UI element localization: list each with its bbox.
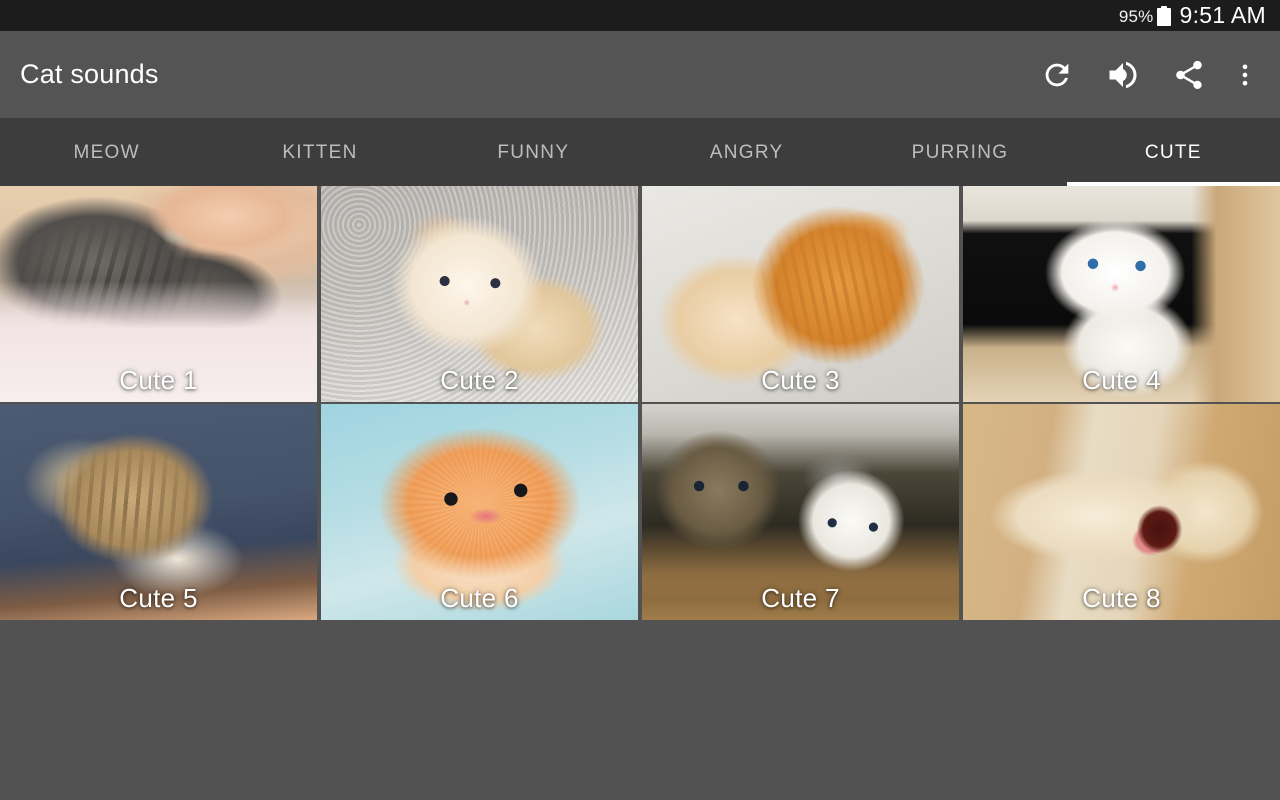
tab-label: KITTEN xyxy=(282,142,358,163)
cat-photo xyxy=(963,186,1280,402)
tab-label: MEOW xyxy=(73,142,140,163)
tab-label: PURRING xyxy=(911,142,1009,163)
tab-label: ANGRY xyxy=(709,142,784,163)
sound-tile-cute-6[interactable]: Cute 6 xyxy=(321,404,638,620)
cat-photo xyxy=(321,404,638,620)
app-bar: Cat sounds xyxy=(0,31,1280,118)
share-button[interactable] xyxy=(1156,31,1222,118)
tab-cute[interactable]: CUTE xyxy=(1066,118,1280,186)
app-bar-actions xyxy=(1024,31,1280,118)
volume-button[interactable] xyxy=(1090,31,1156,118)
more-vert-icon xyxy=(1231,60,1259,90)
refresh-button[interactable] xyxy=(1024,31,1090,118)
cat-photo xyxy=(642,186,959,402)
overflow-menu-button[interactable] xyxy=(1222,31,1268,118)
sound-tile-cute-1[interactable]: Cute 1 xyxy=(0,186,317,402)
cat-photo xyxy=(963,404,1280,620)
tab-meow[interactable]: MEOW xyxy=(0,118,213,186)
volume-up-icon xyxy=(1105,57,1141,93)
share-icon xyxy=(1172,58,1206,92)
tab-kitten[interactable]: KITTEN xyxy=(213,118,426,186)
sound-tile-cute-4[interactable]: Cute 4 xyxy=(963,186,1280,402)
status-bar: 95% 9:51 AM xyxy=(0,0,1280,31)
sound-tile-cute-8[interactable]: Cute 8 xyxy=(963,404,1280,620)
tab-funny[interactable]: FUNNY xyxy=(427,118,640,186)
sound-tile-cute-5[interactable]: Cute 5 xyxy=(0,404,317,620)
tab-bar: MEOW KITTEN FUNNY ANGRY PURRING CUTE xyxy=(0,118,1280,186)
sound-tile-grid: Cute 1 Cute 2 Cute 3 Cute 4 Cute 5 Cute … xyxy=(0,186,1280,620)
tab-label: CUTE xyxy=(1144,142,1202,163)
status-bar-clock: 9:51 AM xyxy=(1179,2,1266,28)
cat-photo xyxy=(642,404,959,620)
battery-percent-label: 95% xyxy=(1118,7,1154,26)
tab-label: FUNNY xyxy=(497,142,570,163)
battery-full-icon xyxy=(1156,5,1171,26)
cat-photo xyxy=(321,186,638,402)
tab-angry[interactable]: ANGRY xyxy=(640,118,853,186)
page-title: Cat sounds xyxy=(20,59,159,89)
sound-tile-cute-7[interactable]: Cute 7 xyxy=(642,404,959,620)
app-root: 95% 9:51 AM Cat sounds MEOW KITTEN FUNNY… xyxy=(0,0,1280,800)
cat-photo xyxy=(0,404,317,620)
sound-tile-cute-2[interactable]: Cute 2 xyxy=(321,186,638,402)
refresh-icon xyxy=(1040,58,1074,92)
tab-purring[interactable]: PURRING xyxy=(853,118,1066,186)
cat-photo xyxy=(0,186,317,402)
sound-tile-cute-3[interactable]: Cute 3 xyxy=(642,186,959,402)
